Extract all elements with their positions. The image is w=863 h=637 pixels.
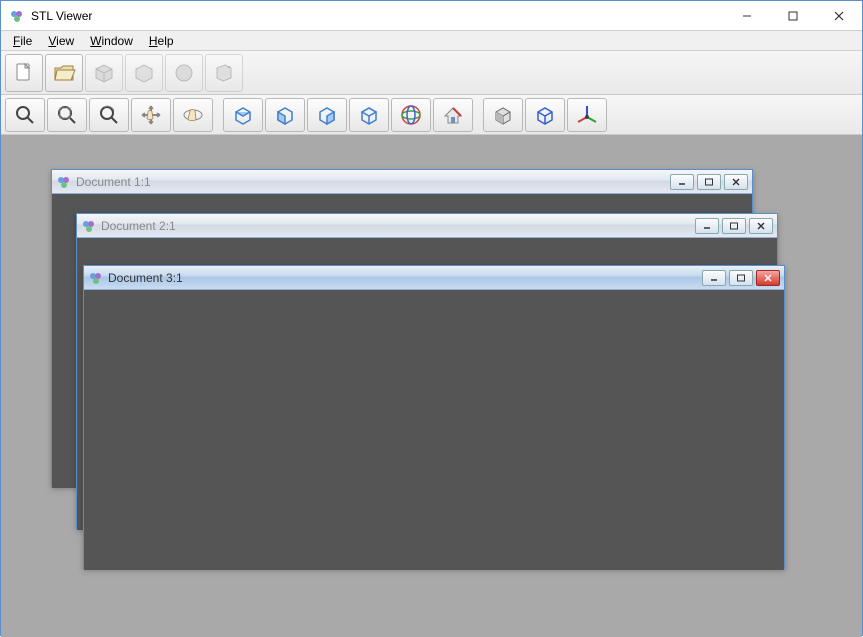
mdi-close-button[interactable] [724, 174, 748, 190]
view-iso-right-button[interactable] [349, 98, 389, 132]
document-icon [88, 270, 104, 286]
open-folder-button[interactable] [45, 54, 83, 92]
menu-window[interactable]: Window [82, 33, 141, 49]
app-title: STL Viewer [31, 9, 724, 23]
maximize-button[interactable] [770, 1, 816, 30]
new-document-button[interactable] [5, 54, 43, 92]
minimize-button[interactable] [724, 1, 770, 30]
shade-wire-button[interactable] [525, 98, 565, 132]
sphere-button[interactable] [165, 54, 203, 92]
document-icon [81, 218, 97, 234]
document-title: Document 1:1 [76, 175, 667, 189]
shade-flat-button[interactable] [85, 54, 123, 92]
menubar: File View Window Help [1, 31, 862, 51]
mdi-minimize-button[interactable] [702, 270, 726, 286]
document-title: Document 2:1 [101, 219, 692, 233]
pan-button[interactable] [131, 98, 171, 132]
mdi-titlebar[interactable]: Document 2:1 [77, 214, 777, 238]
app-icon [9, 8, 25, 24]
mdi-minimize-button[interactable] [670, 174, 694, 190]
system-buttons [724, 1, 862, 30]
menu-file[interactable]: File [5, 33, 40, 49]
shade-solid-button[interactable] [483, 98, 523, 132]
axes-tripod-button[interactable] [567, 98, 607, 132]
mdi-close-button[interactable] [756, 270, 780, 286]
document-icon [56, 174, 72, 190]
box-flat-button[interactable] [205, 54, 243, 92]
view-iso-top-button[interactable] [223, 98, 263, 132]
mdi-titlebar[interactable]: Document 1:1 [52, 170, 752, 194]
mdi-maximize-button[interactable] [729, 270, 753, 286]
mdi-maximize-button[interactable] [697, 174, 721, 190]
mdi-window[interactable]: Document 3:1 [83, 265, 785, 569]
mdi-close-button[interactable] [749, 218, 773, 234]
mdi-minimize-button[interactable] [695, 218, 719, 234]
mdi-viewport[interactable] [84, 290, 784, 570]
zoom-fit-button[interactable] [47, 98, 87, 132]
mdi-titlebar[interactable]: Document 3:1 [84, 266, 784, 290]
document-title: Document 3:1 [108, 271, 699, 285]
toolbar-view [1, 95, 862, 135]
rotate-free-button[interactable] [173, 98, 213, 132]
toolbar-main [1, 51, 862, 95]
menu-view[interactable]: View [40, 33, 82, 49]
zoom-rotate-button[interactable] [89, 98, 129, 132]
home-view-button[interactable] [433, 98, 473, 132]
zoom-in-button[interactable] [5, 98, 45, 132]
axis-gizmo-button[interactable] [391, 98, 431, 132]
close-button[interactable] [816, 1, 862, 30]
titlebar: STL Viewer [1, 1, 862, 31]
view-iso-left-button[interactable] [265, 98, 305, 132]
mdi-maximize-button[interactable] [722, 218, 746, 234]
view-iso-front-button[interactable] [307, 98, 347, 132]
mdi-workspace: Document 1:1 Document 2:1 Document 3:1 [1, 135, 862, 637]
shade-smooth-button[interactable] [125, 54, 163, 92]
menu-help[interactable]: Help [141, 33, 182, 49]
